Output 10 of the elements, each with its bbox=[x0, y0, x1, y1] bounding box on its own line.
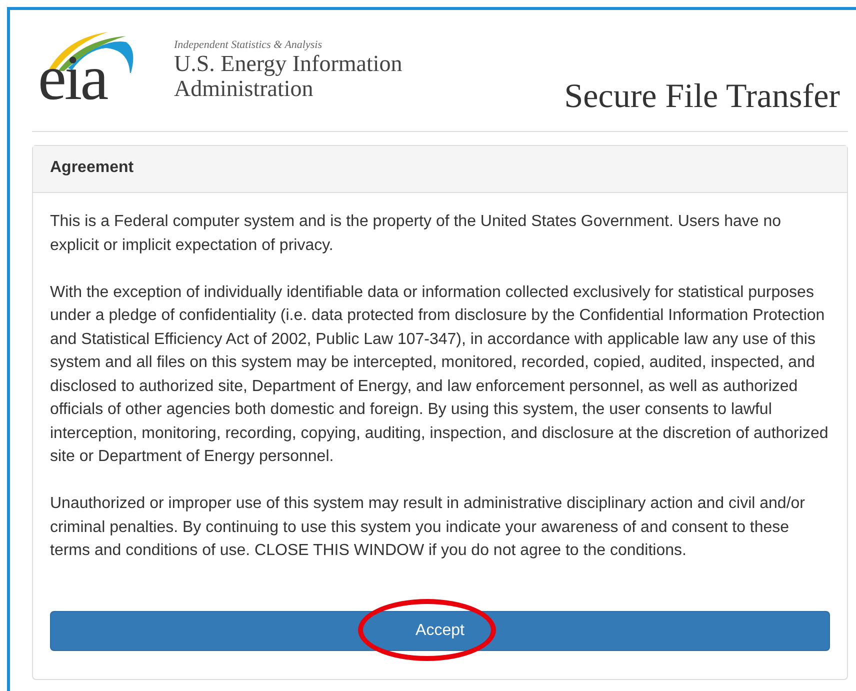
logo-text: eia bbox=[38, 50, 107, 106]
accept-button[interactable]: Accept bbox=[50, 610, 830, 650]
tagline: Independent Statistics & Analysis bbox=[174, 39, 323, 51]
panel-title: Agreement bbox=[50, 159, 134, 176]
page-title: Secure File Transfer bbox=[564, 78, 840, 116]
agreement-paragraph: This is a Federal computer system and is the property of the United States Government. Users have no explicit or implicit expectation of privacy. bbox=[50, 212, 782, 256]
agency-name: U.S. Energy Information bbox=[174, 51, 402, 76]
agreement-paragraph: Unauthorized or improper use of this system may result in administrative disciplinary action and civil and/or criminal penalties. By continuing to use this system you indicate your awareness of and consent to these terms and conditions of use. CLOSE THIS WINDOW if you do not agree to the conditions. bbox=[50, 494, 806, 561]
agency-name: Administration bbox=[174, 76, 314, 101]
agreement-paragraph: With the exception of individually identifiable data or information collected exclusively for statistical purposes under a pledge of confidentiality (i.e. data protected from disclosure by the Confidential Information Protection and Statistical Efficiency Act of 2002, Public Law 107-347), in accordance with applicable law any use of this system and all files on this system may be intercepted, monitored, recorded, copied, audited, inspected, and disclosed to authorized site, Department of Energy, and law enforcement personnel, as well as authorized officials of other agencies both domestic and foreign. By using this system, the user consents to lawful interception, monitoring, recording, copying, auditing, inspection, and disclosure at the discretion of authorized site or Department of Energy personnel. bbox=[50, 282, 830, 467]
